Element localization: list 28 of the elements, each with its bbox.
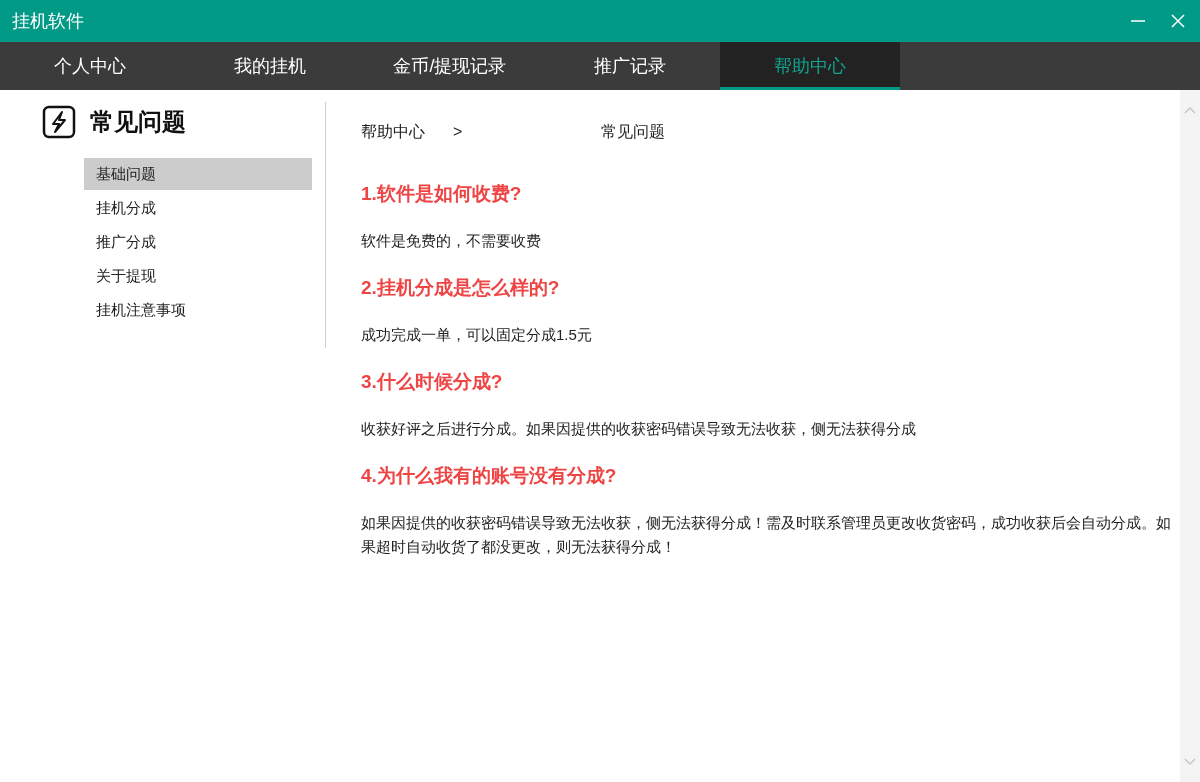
- tab[interactable]: 个人中心: [0, 42, 180, 90]
- tab[interactable]: 帮助中心: [720, 42, 900, 90]
- tab[interactable]: 金币/提现记录: [360, 42, 540, 90]
- faq-answer: 成功完成一单，可以固定分成1.5元: [361, 325, 593, 345]
- sidebar-item[interactable]: 推广分成: [84, 226, 312, 258]
- faq-question: 4.为什么我有的账号没有分成?: [361, 464, 618, 488]
- sidebar-item[interactable]: 挂机注意事项: [84, 294, 312, 326]
- breadcrumb-link[interactable]: 帮助中心: [361, 120, 453, 144]
- tab[interactable]: 我的挂机: [180, 42, 360, 90]
- sidebar-item[interactable]: 挂机分成: [84, 192, 312, 224]
- faq-question: 1.软件是如何收费?: [361, 182, 523, 206]
- tab[interactable]: 推广记录: [540, 42, 720, 90]
- breadcrumb-current: 常见问题: [601, 122, 665, 142]
- sidebar-title: 常见问题: [90, 107, 186, 137]
- sidebar-item[interactable]: 基础问题: [84, 158, 312, 190]
- faq-answer: 收获好评之后进行分成。如果因提供的收获密码错误导致无法收获，侧无法获得分成: [361, 419, 917, 439]
- faq-question: 2.挂机分成是怎么样的?: [361, 276, 561, 300]
- faq-answer: 如果因提供的收获密码错误导致无法收获，侧无法获得分成！需及时联系管理员更改收货密码，成功收获后会自动分成。如果超时自动收货了都没更改，则无法获得分成！: [361, 513, 1172, 557]
- breadcrumb-separator: >: [453, 122, 464, 142]
- scrollbar[interactable]: [1180, 90, 1200, 782]
- sidebar-item[interactable]: 关于提现: [84, 260, 312, 292]
- close-icon[interactable]: [1170, 13, 1186, 29]
- window-title: 挂机软件: [12, 9, 84, 33]
- faq-answer: 软件是免费的，不需要收费: [361, 231, 542, 251]
- faq-question: 3.什么时候分成?: [361, 370, 504, 394]
- scroll-down-icon[interactable]: [1184, 758, 1196, 766]
- scroll-up-icon[interactable]: [1184, 106, 1196, 114]
- lightning-icon: [42, 105, 76, 139]
